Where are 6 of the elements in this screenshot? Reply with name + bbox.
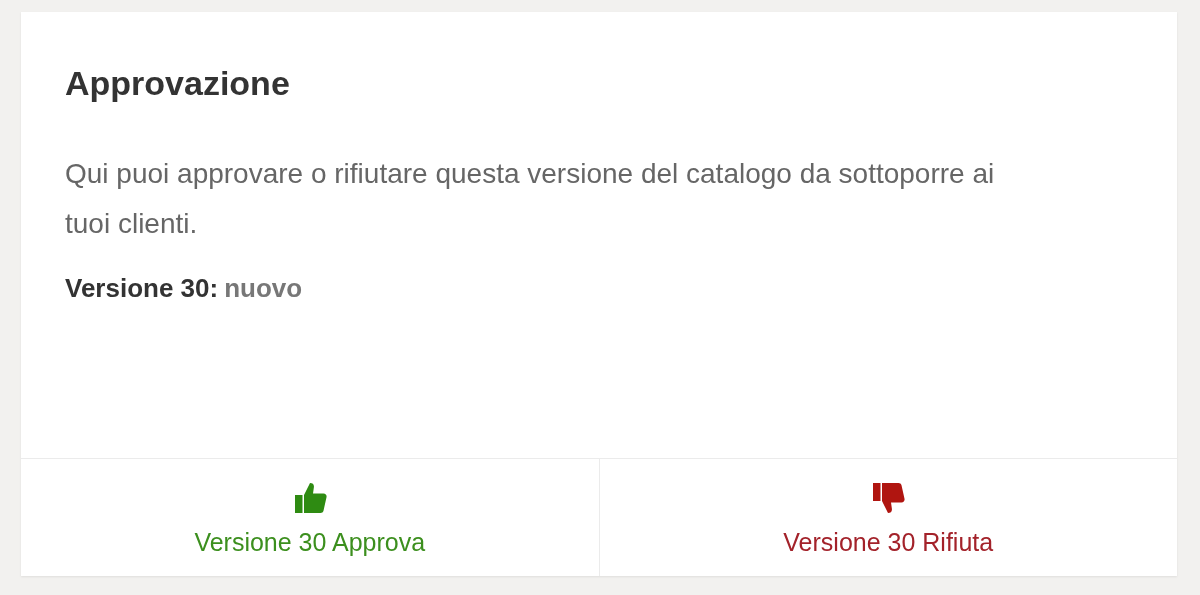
version-status: nuovo	[224, 273, 303, 303]
card-title: Approvazione	[65, 64, 291, 103]
description-text: Qui puoi approvare o rifiutare questa versione del catalogo da sottoporre ai tuoi clienti.	[65, 157, 996, 241]
version-label: Versione 30:	[65, 273, 219, 303]
approve-button[interactable]: Versione 30 Approva	[21, 459, 599, 576]
reject-button[interactable]: Versione 30 Rifiuta	[598, 459, 1177, 576]
